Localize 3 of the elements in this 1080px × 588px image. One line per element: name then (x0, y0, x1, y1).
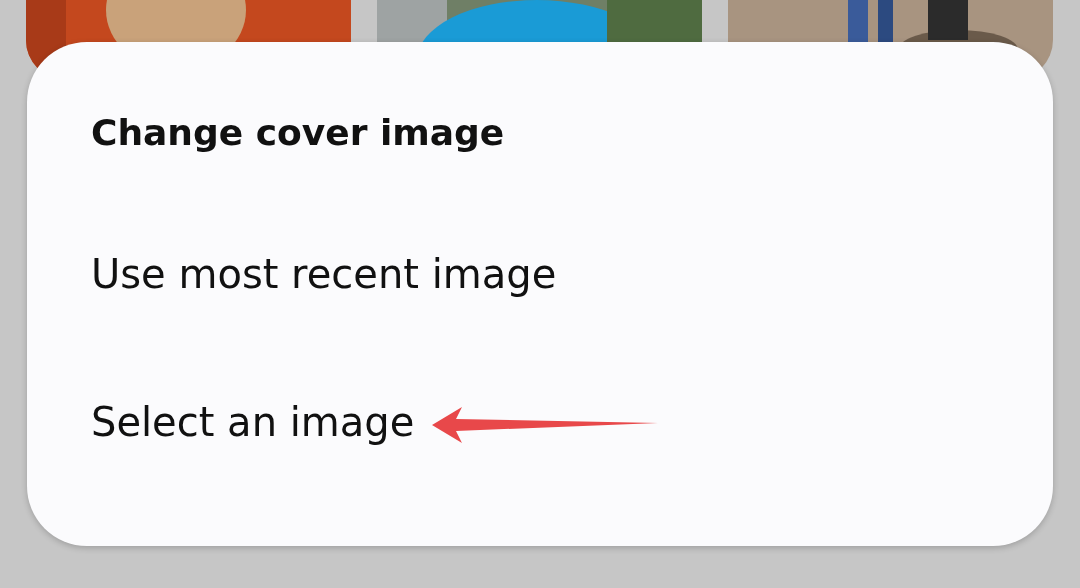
dialog-title: Change cover image (91, 112, 505, 153)
menu-option[interactable]: Use most recent image (91, 251, 557, 297)
menu-option[interactable]: Select an image (91, 399, 415, 445)
